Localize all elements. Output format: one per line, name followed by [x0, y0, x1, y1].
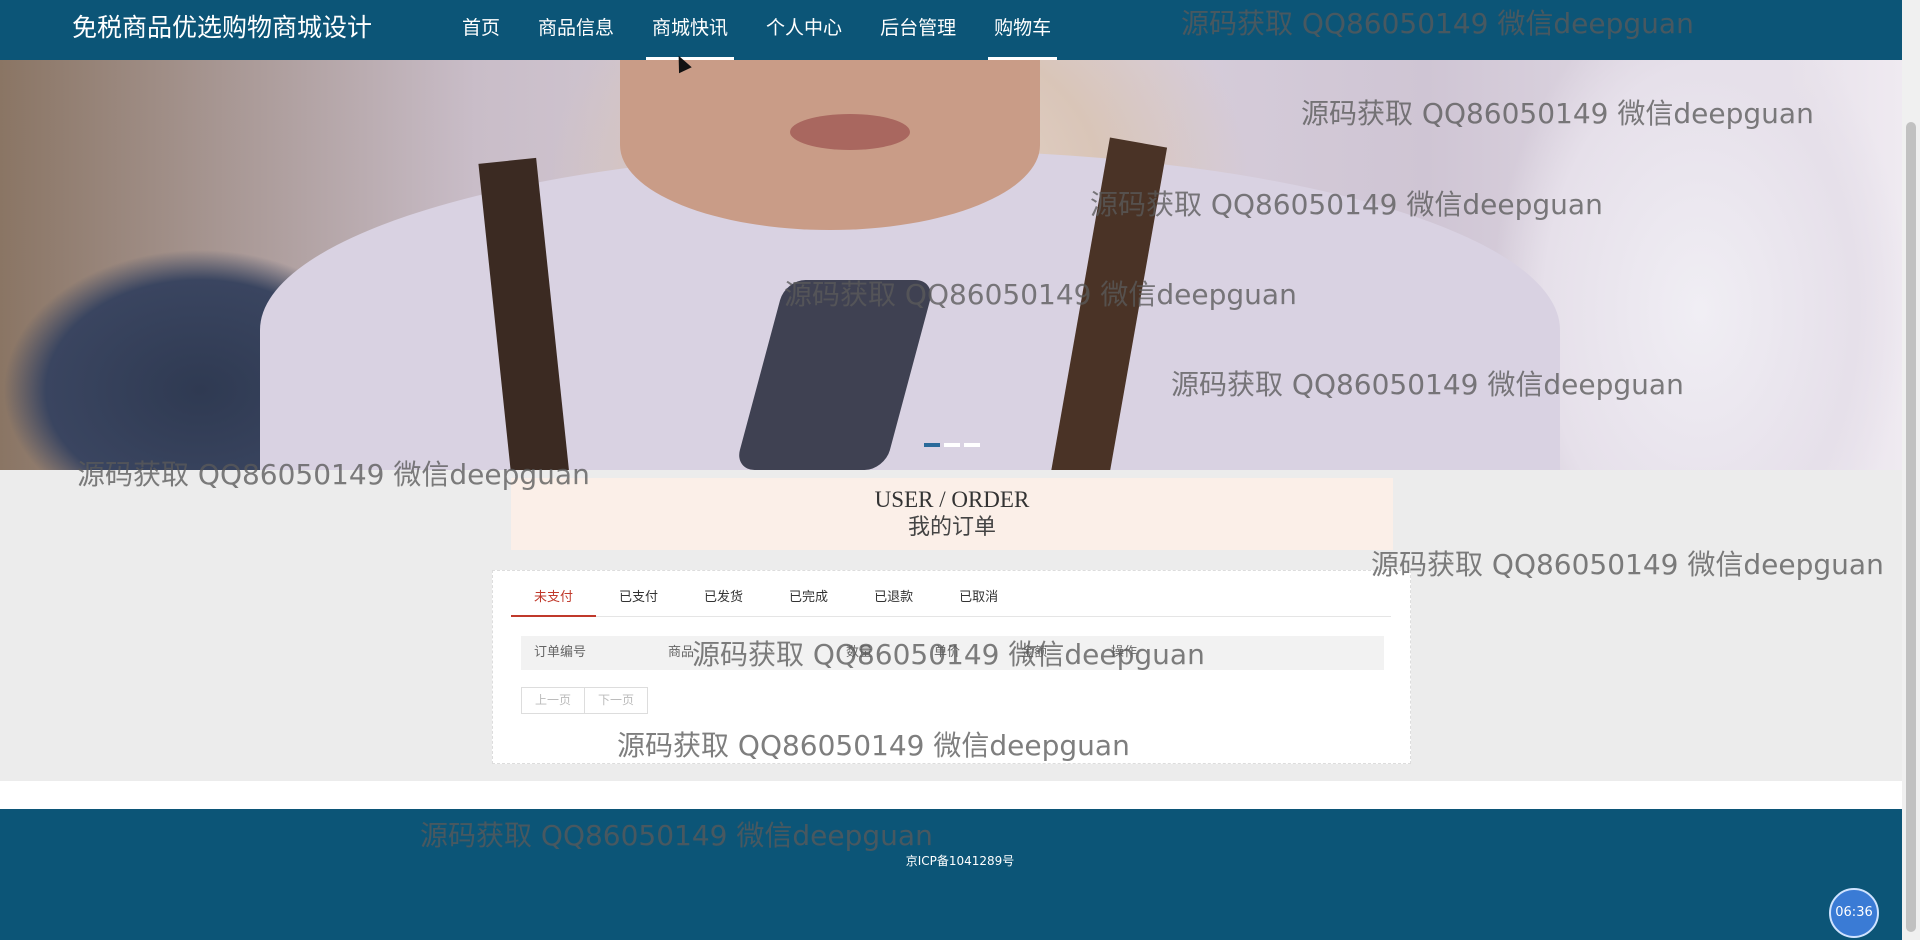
next-page-button[interactable]: 下一页	[585, 687, 649, 714]
column-header-amount: 金额	[1021, 645, 1048, 660]
nav-item-cart[interactable]: 购物车	[988, 0, 1058, 60]
section-title-cn: 我的订单	[907, 515, 996, 540]
clock-widget[interactable]: 06:36	[1829, 888, 1879, 938]
orders-panel: 未支付 已支付 已发货 已完成 已退款 已取消 订单编号 商品 数量 单价 金额…	[492, 570, 1411, 764]
tab-paid[interactable]: 已支付	[596, 581, 681, 616]
pagination: 上一页 下一页	[521, 687, 649, 714]
prev-page-button[interactable]: 上一页	[521, 687, 586, 714]
column-header-quantity: 数量	[846, 645, 873, 660]
tab-completed[interactable]: 已完成	[766, 581, 851, 616]
tab-refunded[interactable]: 已退款	[851, 581, 936, 616]
nav-item-admin[interactable]: 后台管理	[874, 0, 962, 60]
tab-shipped[interactable]: 已发货	[681, 581, 766, 616]
footer-spacer	[0, 781, 1902, 809]
icp-record: 京ICP备1041289号	[905, 854, 1015, 868]
carousel-dot-1[interactable]	[924, 443, 940, 447]
site-title[interactable]: 免税商品优选购物商城设计	[72, 12, 372, 44]
column-header-product: 商品	[668, 645, 695, 660]
column-header-unit-price: 单价	[934, 645, 961, 660]
banner-carousel[interactable]	[0, 60, 1902, 470]
nav-item-home[interactable]: 首页	[456, 0, 506, 60]
footer	[0, 809, 1902, 940]
nav-item-news[interactable]: 商城快讯	[646, 0, 735, 60]
nav-item-products[interactable]: 商品信息	[532, 0, 620, 60]
section-title-en: USER / ORDER	[874, 487, 1030, 512]
top-navbar: 免税商品优选购物商城设计 首页 商品信息 商城快讯 个人中心 后台管理 购物车	[0, 0, 1902, 60]
tab-cancelled[interactable]: 已取消	[936, 581, 1021, 616]
orders-table-header: 订单编号 商品 数量 单价 金额 操作	[521, 636, 1384, 670]
watermark-text: 源码获取 QQ86050149 微信deepguan	[1371, 548, 1884, 581]
nav-item-profile[interactable]: 个人中心	[760, 0, 848, 60]
carousel-indicators	[924, 443, 980, 447]
column-header-actions: 操作	[1111, 645, 1138, 660]
carousel-dot-2[interactable]	[944, 443, 960, 447]
tab-unpaid[interactable]: 未支付	[511, 581, 597, 617]
carousel-dot-3[interactable]	[964, 443, 980, 447]
column-header-order-no: 订单编号	[534, 645, 587, 660]
scrollbar-thumb[interactable]	[1906, 122, 1916, 932]
section-heading: USER / ORDER 我的订单	[511, 478, 1393, 550]
banner-photo-mouth	[790, 114, 910, 150]
order-status-tabs: 未支付 已支付 已发货 已完成 已退款 已取消	[511, 581, 1391, 617]
main-nav: 首页 商品信息 商城快讯 个人中心 后台管理 购物车	[456, 0, 1083, 60]
